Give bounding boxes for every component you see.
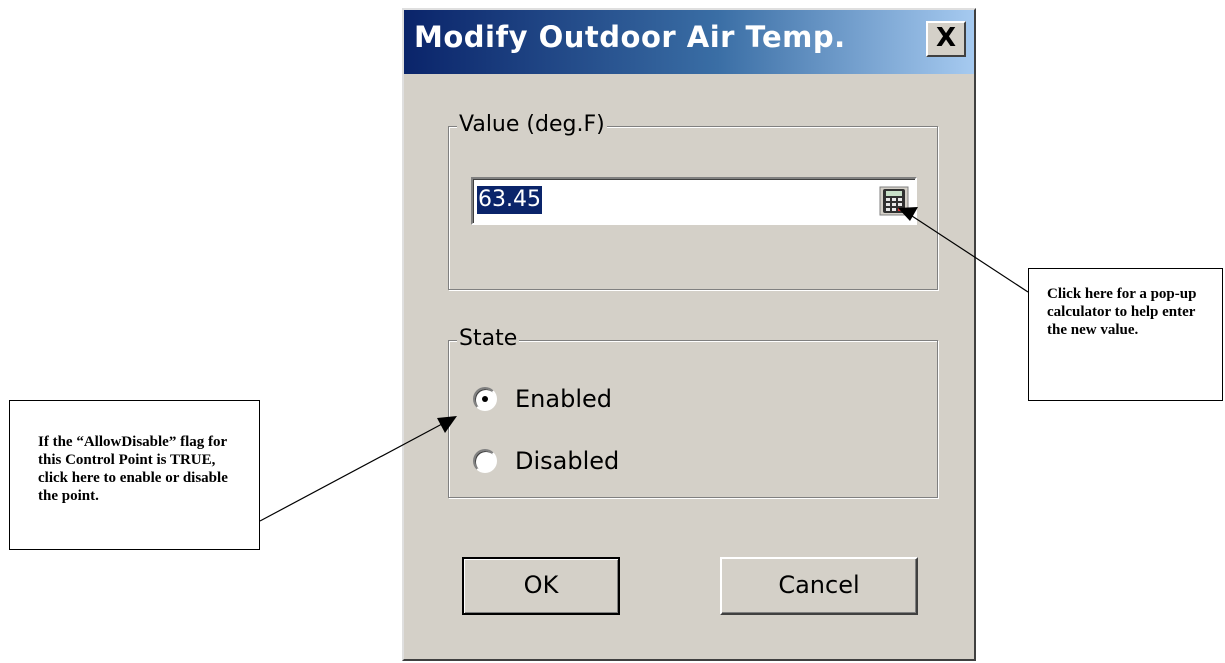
value-groupbox: Value (deg.F) 63.45: [448, 112, 938, 290]
modify-dialog: Modify Outdoor Air Temp. X Value (deg.F)…: [402, 8, 976, 661]
value-field[interactable]: 63.45: [471, 177, 917, 225]
state-callout: If the “AllowDisable” flag for this Cont…: [9, 400, 260, 550]
title-bar[interactable]: Modify Outdoor Air Temp. X: [404, 10, 974, 74]
dialog-title: Modify Outdoor Air Temp.: [414, 20, 846, 54]
close-button[interactable]: X: [926, 21, 966, 57]
ok-button[interactable]: OK: [462, 557, 620, 615]
state-groupbox: State Enabled Disabled: [448, 326, 938, 498]
calculator-icon[interactable]: [879, 186, 909, 216]
value-legend: Value (deg.F): [457, 112, 607, 138]
cancel-button[interactable]: Cancel: [720, 557, 918, 615]
radio-button-icon[interactable]: [473, 449, 497, 473]
radio-disabled-label: Disabled: [515, 447, 620, 475]
close-icon: X: [935, 23, 957, 53]
state-legend: State: [457, 326, 520, 352]
radio-button-icon[interactable]: [473, 387, 497, 411]
calculator-callout: Click here for a pop-up calculator to he…: [1028, 268, 1223, 401]
radio-enabled-label: Enabled: [515, 385, 612, 413]
radio-selected-dot: [482, 396, 488, 402]
value-input[interactable]: 63.45: [477, 186, 542, 214]
